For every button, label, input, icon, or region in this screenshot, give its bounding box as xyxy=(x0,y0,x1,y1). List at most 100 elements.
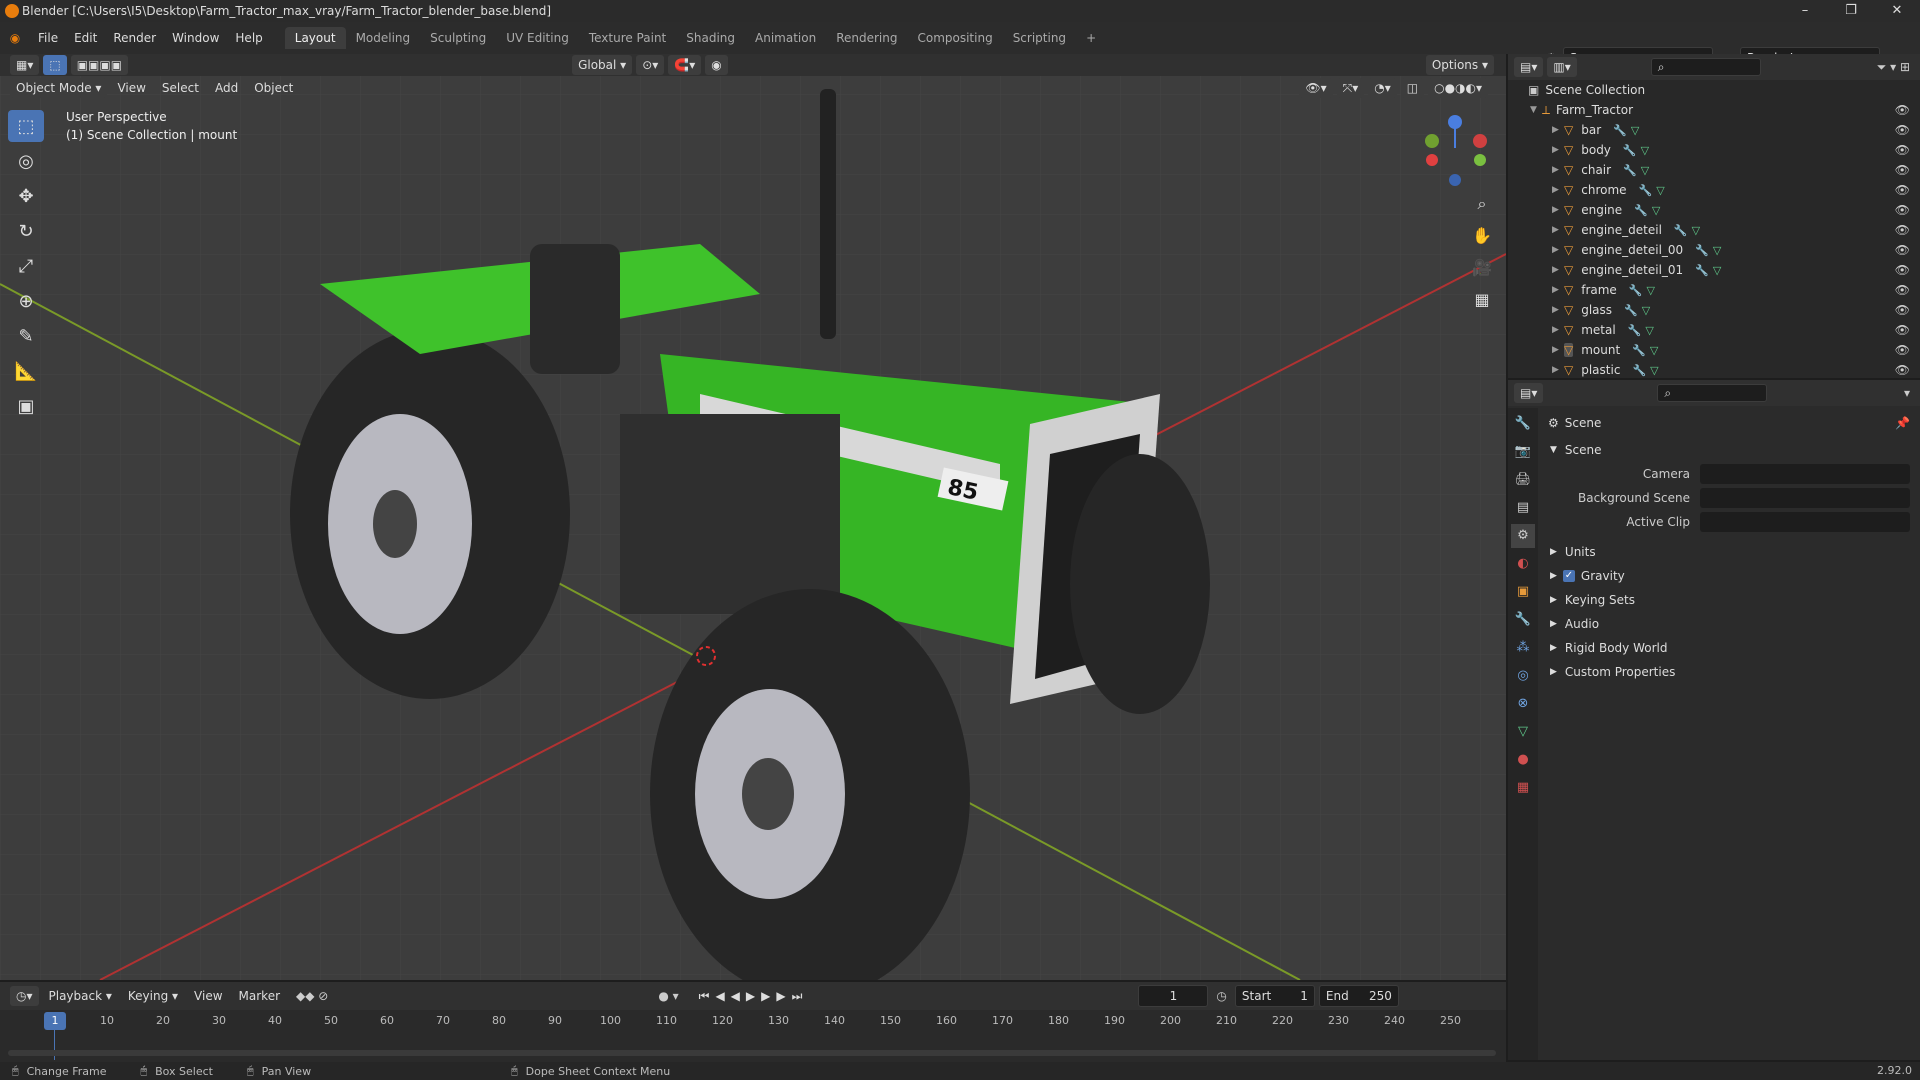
close-button[interactable]: ✕ xyxy=(1874,0,1920,22)
view-layer-tab-icon[interactable]: ▤ xyxy=(1511,496,1535,520)
keying-menu[interactable]: Keying ▾ xyxy=(122,986,184,1006)
tab-shading[interactable]: Shading xyxy=(676,27,745,49)
marker-menu[interactable]: Marker xyxy=(233,986,286,1006)
selection-modes[interactable]: ▣▣▣▣ xyxy=(70,55,129,75)
current-frame-field[interactable]: 1 xyxy=(1138,985,1209,1007)
visibility-eye-icon[interactable]: 👁 xyxy=(1895,283,1910,297)
camera-field[interactable] xyxy=(1700,464,1910,484)
visibility-eye-icon[interactable]: 👁 xyxy=(1895,103,1910,117)
expand-arrow-icon[interactable]: ▶ xyxy=(1552,225,1564,235)
gizmo-x-icon[interactable] xyxy=(1473,134,1487,148)
expand-arrow-icon[interactable]: ▶ xyxy=(1552,305,1564,315)
outliner-item[interactable]: ▶ ▽ chair 🔧 ▽ 👁 xyxy=(1508,160,1920,180)
pivot-icon[interactable]: ⊙▾ xyxy=(636,55,665,75)
active-clip-field[interactable] xyxy=(1700,512,1910,532)
playback-menu[interactable]: Playback ▾ xyxy=(43,986,118,1006)
orientation-dropdown[interactable]: Global ▾ xyxy=(572,55,633,75)
background-scene-field[interactable] xyxy=(1700,488,1910,508)
tab-uv-editing[interactable]: UV Editing xyxy=(496,27,579,49)
outliner-item[interactable]: ▶ ▽ body 🔧 ▽ 👁 xyxy=(1508,140,1920,160)
options-button[interactable]: Options ▾ xyxy=(1425,55,1494,75)
properties-search-input[interactable]: ⌕ xyxy=(1657,384,1768,402)
expand-arrow-icon[interactable]: ▶ xyxy=(1552,165,1564,175)
expand-arrow-icon[interactable]: ▶ xyxy=(1552,125,1564,135)
visibility-eye-icon[interactable]: 👁 xyxy=(1895,223,1910,237)
add-menu[interactable]: Add xyxy=(209,78,244,98)
tab-compositing[interactable]: Compositing xyxy=(907,27,1002,49)
minimize-button[interactable]: – xyxy=(1782,0,1828,22)
filter-icon[interactable]: ⏷ ▾ ⊞ xyxy=(1877,60,1910,75)
expand-arrow-icon[interactable]: ▶ xyxy=(1552,285,1564,295)
expand-arrow-icon[interactable]: ▶ xyxy=(1552,325,1564,335)
cursor-tool[interactable]: ◎ xyxy=(8,145,44,177)
select-mode-icon[interactable]: ⬚ xyxy=(43,55,67,75)
visibility-eye-icon[interactable]: 👁 xyxy=(1895,143,1910,157)
select-menu[interactable]: Select xyxy=(156,78,205,98)
units-section[interactable]: ▶ Units xyxy=(1540,540,1920,564)
outliner-item[interactable]: ▶ ▽ mount 🔧 ▽ 👁 xyxy=(1508,340,1920,360)
tab-modeling[interactable]: Modeling xyxy=(346,27,421,49)
visibility-icon[interactable]: 👁▾ xyxy=(1299,78,1333,98)
visibility-eye-icon[interactable]: 👁 xyxy=(1895,303,1910,317)
blender-menu-icon[interactable]: ◉ xyxy=(0,31,30,45)
data-tab-icon[interactable]: ▽ xyxy=(1511,720,1535,744)
properties-editor-type-button[interactable]: ▤▾ xyxy=(1514,383,1544,403)
keying-sets-section[interactable]: ▶ Keying Sets xyxy=(1540,588,1920,612)
visibility-eye-icon[interactable]: 👁 xyxy=(1895,323,1910,337)
annotate-tool[interactable]: ✎ xyxy=(8,320,44,352)
output-tab-icon[interactable]: 🖨 xyxy=(1511,468,1535,492)
gizmo-y-icon[interactable] xyxy=(1425,134,1439,148)
visibility-eye-icon[interactable]: 👁 xyxy=(1895,123,1910,137)
tab-texture-paint[interactable]: Texture Paint xyxy=(579,27,676,49)
tab-sculpting[interactable]: Sculpting xyxy=(420,27,496,49)
pin-icon[interactable]: 📌 xyxy=(1895,416,1910,430)
constraints-tab-icon[interactable]: ⊗ xyxy=(1511,692,1535,716)
pan-hand-icon[interactable]: ✋ xyxy=(1468,222,1496,250)
view-menu[interactable]: View xyxy=(111,78,151,98)
outliner-farm-tractor[interactable]: ▼ ⟂ Farm_Tractor 👁 xyxy=(1508,100,1920,120)
outliner-item[interactable]: ▶ ▽ engine_deteil 🔧 ▽ 👁 xyxy=(1508,220,1920,240)
expand-arrow-icon[interactable]: ▶ xyxy=(1552,185,1564,195)
tab-layout[interactable]: Layout xyxy=(284,27,346,49)
visibility-eye-icon[interactable]: 👁 xyxy=(1895,263,1910,277)
timeline-editor-type-button[interactable]: ◷▾ xyxy=(10,986,39,1006)
outliner-item[interactable]: ▶ ▽ metal 🔧 ▽ 👁 xyxy=(1508,320,1920,340)
gizmo-z-icon[interactable] xyxy=(1448,115,1462,129)
add-workspace-button[interactable]: + xyxy=(1076,27,1106,49)
outliner-item[interactable]: ▶ ▽ chrome 🔧 ▽ 👁 xyxy=(1508,180,1920,200)
rigid-body-world-section[interactable]: ▶ Rigid Body World xyxy=(1540,636,1920,660)
physics-tab-icon[interactable]: ◎ xyxy=(1511,664,1535,688)
end-frame-field[interactable]: End 250 xyxy=(1318,985,1399,1007)
expand-arrow-icon[interactable]: ▶ xyxy=(1552,365,1564,375)
overlay-toggle-icon[interactable]: ◔▾ xyxy=(1368,78,1397,98)
menu-file[interactable]: File xyxy=(30,31,66,45)
measure-tool[interactable]: 📐 xyxy=(8,355,44,387)
maximize-button[interactable]: ❐ xyxy=(1828,0,1874,22)
custom-properties-section[interactable]: ▶ Custom Properties xyxy=(1540,660,1920,684)
menu-window[interactable]: Window xyxy=(164,31,227,45)
visibility-eye-icon[interactable]: 👁 xyxy=(1895,363,1910,377)
3d-viewport[interactable]: 85 User Perspective (1) Scene Collection… xyxy=(0,54,1506,980)
proportional-edit-icon[interactable]: ◉ xyxy=(705,55,728,75)
display-mode-button[interactable]: ▥▾ xyxy=(1547,57,1577,77)
expand-arrow-icon[interactable]: ▶ xyxy=(1552,145,1564,155)
gravity-checkbox[interactable]: ✓ xyxy=(1562,570,1575,582)
ortho-grid-icon[interactable]: ▦ xyxy=(1468,286,1496,314)
object-menu[interactable]: Object xyxy=(248,78,299,98)
outliner-item[interactable]: ▶ ▽ engine 🔧 ▽ 👁 xyxy=(1508,200,1920,220)
rotate-tool[interactable]: ↻ xyxy=(8,215,44,247)
timeline-scrollbar[interactable] xyxy=(8,1050,1496,1056)
xray-icon[interactable]: ◫ xyxy=(1400,78,1425,98)
object-tab-icon[interactable]: ▣ xyxy=(1511,580,1535,604)
zoom-icon[interactable]: ⌕ xyxy=(1468,190,1496,218)
texture-tab-icon[interactable]: ▦ xyxy=(1511,776,1535,800)
playhead-marker[interactable]: 1 xyxy=(44,1012,66,1030)
outliner-item[interactable]: ▶ ▽ bar 🔧 ▽ 👁 xyxy=(1508,120,1920,140)
keyframe-icons[interactable]: ◆◆ ⊘ xyxy=(296,989,328,1003)
snap-icon[interactable]: 🧲▾ xyxy=(668,55,702,75)
frame-ruler[interactable]: 10 20 30 40 50 60 70 80 90 100 110 120 1… xyxy=(0,1014,1506,1034)
record-icon[interactable]: ● ▾ xyxy=(658,989,678,1003)
expand-arrow-icon[interactable]: ▶ xyxy=(1552,245,1564,255)
menu-render[interactable]: Render xyxy=(105,31,164,45)
clock-icon[interactable]: ◷ xyxy=(1216,989,1226,1003)
